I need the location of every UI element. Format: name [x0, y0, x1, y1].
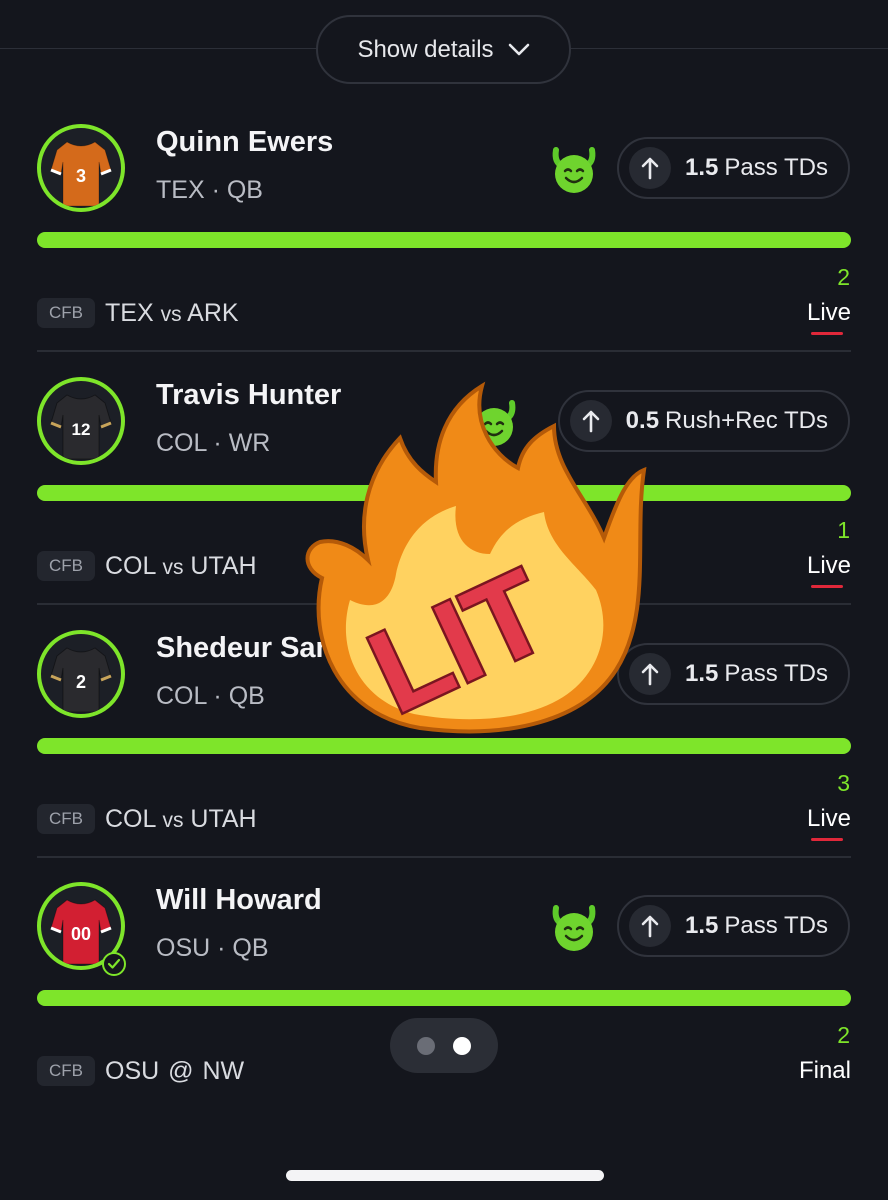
show-details-button[interactable]: Show details	[316, 15, 571, 84]
player-avatar: 12	[37, 377, 125, 465]
pick-line-value: 1.5	[685, 660, 719, 687]
matchup: COL vs UTAH	[105, 552, 257, 580]
devil-icon	[552, 147, 596, 193]
matchup: OSU @ NW	[105, 1057, 245, 1085]
show-details-label: Show details	[357, 35, 494, 63]
player-name: Quinn Ewers	[156, 126, 334, 158]
league-badge: CFB	[37, 298, 95, 328]
game-status: Live	[806, 552, 851, 579]
matchup: TEX vs ARK	[105, 299, 239, 327]
player-name: Will Howard	[156, 884, 322, 916]
live-indicator	[811, 838, 843, 841]
pick-line-value: 1.5	[685, 154, 719, 181]
league-badge: CFB	[37, 551, 95, 581]
pick-button[interactable]: 1.5 Pass TDs	[617, 137, 850, 199]
league-badge: CFB	[37, 1056, 95, 1086]
check-icon	[102, 952, 126, 976]
jersey-icon: 00	[50, 899, 112, 965]
game-status: Live	[806, 805, 851, 832]
jersey-number: 00	[71, 924, 91, 944]
page-dot[interactable]	[417, 1036, 435, 1055]
card-divider	[37, 350, 851, 352]
progress-bar	[37, 990, 851, 1006]
page-indicator[interactable]	[390, 1018, 498, 1073]
current-value: 3	[837, 770, 850, 796]
team-position: COL · QB	[156, 682, 265, 710]
jersey-icon: 2	[50, 647, 112, 713]
progress-bar	[37, 738, 851, 754]
chevron-down-icon	[508, 43, 529, 55]
jersey-number: 3	[76, 166, 86, 186]
pick-stat: Rush+Rec TDs	[665, 407, 828, 434]
jersey-icon: 3	[50, 141, 112, 207]
team-position: OSU · QB	[156, 934, 269, 962]
devil-icon	[552, 905, 596, 951]
jersey-number: 2	[76, 672, 86, 692]
pick-card[interactable]: 00 Will Howard OSU · QB 1.5 Pass TDs 2 CF…	[0, 882, 888, 1135]
pick-button[interactable]: 1.5 Pass TDs	[617, 895, 850, 957]
game-status: Final	[798, 1057, 851, 1084]
league-badge: CFB	[37, 804, 95, 834]
page-dot-active[interactable]	[453, 1036, 471, 1055]
current-value: 1	[837, 517, 850, 543]
current-value: 2	[837, 1022, 850, 1048]
progress-bar	[37, 232, 851, 248]
team-position: COL · WR	[156, 429, 271, 457]
card-divider	[37, 856, 851, 858]
player-avatar: 3	[37, 124, 125, 212]
pick-stat: Pass TDs	[724, 912, 828, 939]
pick-card[interactable]: 3 Quinn Ewers TEX · QB 1.5 Pass TDs 2 CFB…	[0, 124, 888, 377]
current-value: 2	[837, 264, 850, 290]
home-indicator[interactable]	[286, 1170, 604, 1181]
pick-button[interactable]: 1.5 Pass TDs	[617, 643, 850, 705]
game-status: Live	[806, 299, 851, 326]
jersey-icon: 12	[50, 394, 112, 460]
jersey-number: 12	[72, 420, 91, 439]
pick-stat: Pass TDs	[724, 660, 828, 687]
player-avatar: 2	[37, 630, 125, 718]
arrow-up-icon	[629, 147, 672, 189]
team-position: TEX · QB	[156, 176, 263, 204]
pick-stat: Pass TDs	[724, 154, 828, 181]
live-indicator	[811, 585, 843, 588]
matchup: COL vs UTAH	[105, 805, 257, 833]
pick-line-value: 1.5	[685, 912, 719, 939]
fire-sticker-icon: LIT	[305, 381, 647, 736]
live-indicator	[811, 332, 843, 335]
arrow-up-icon	[629, 905, 672, 947]
